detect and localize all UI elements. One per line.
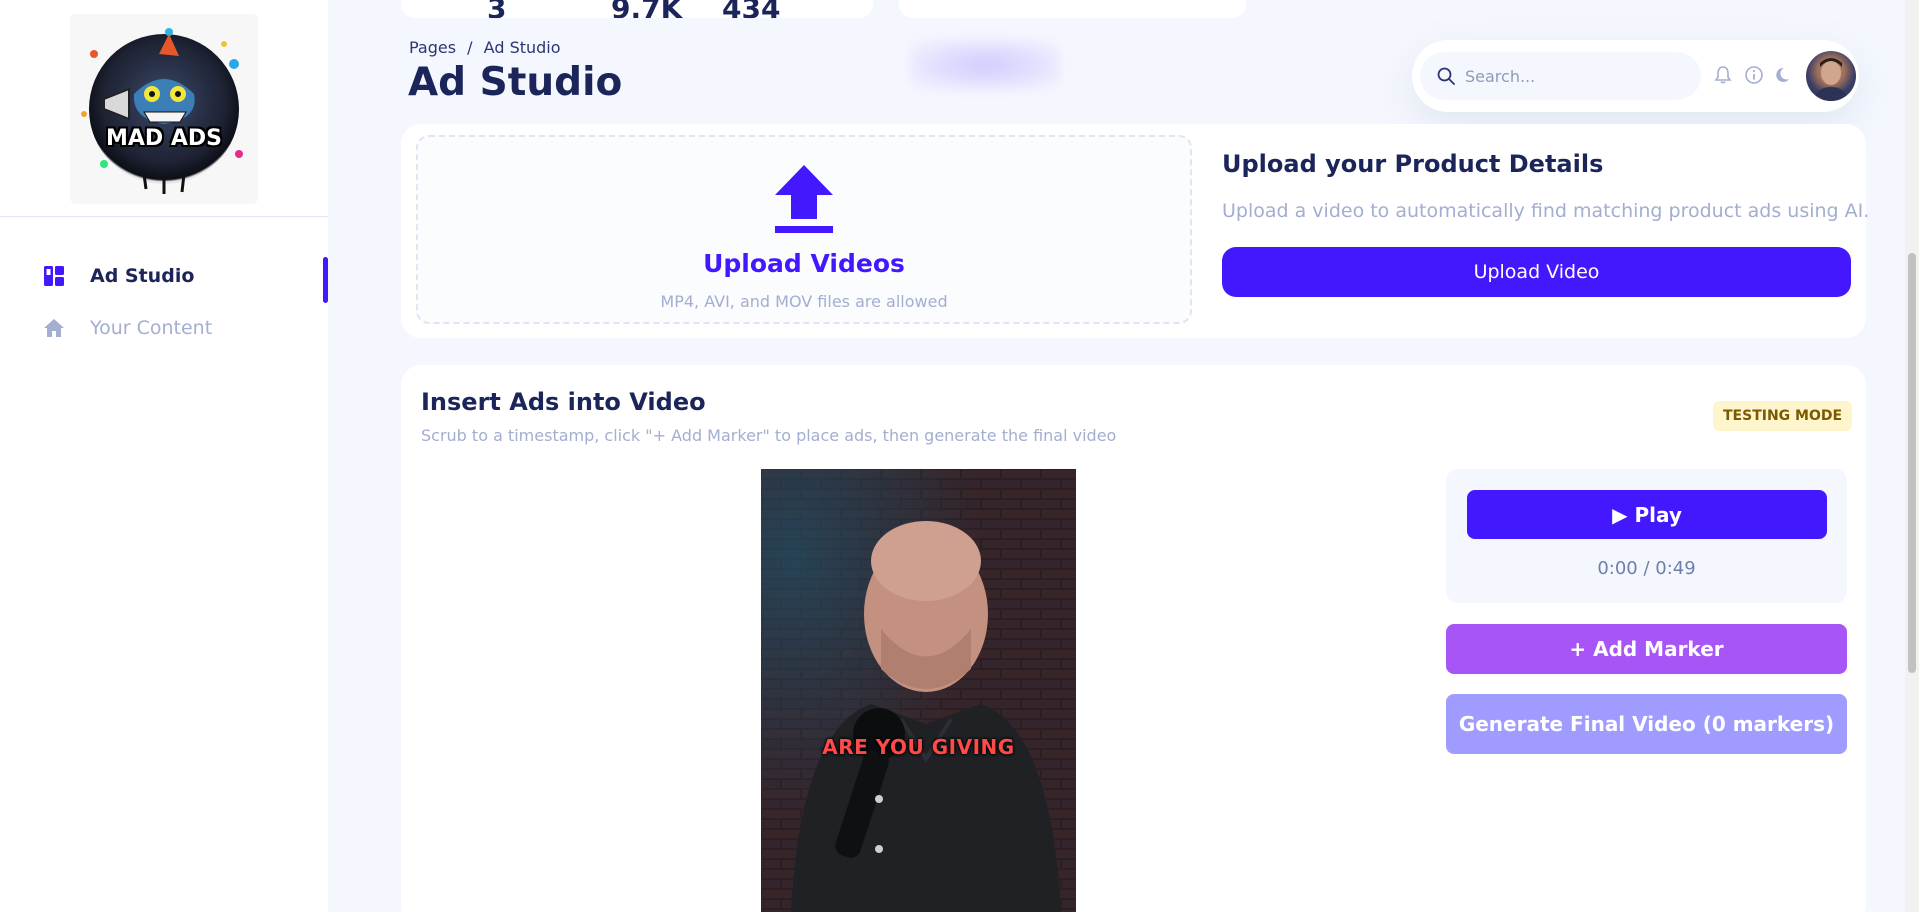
dropzone-title: Upload Videos [703, 249, 905, 278]
sidebar-item-your-content[interactable]: Your Content [42, 313, 212, 343]
breadcrumb-current[interactable]: Ad Studio [484, 38, 561, 57]
sidebar: MAD ADS Ad Studio Your Content [0, 0, 328, 912]
sidebar-divider [0, 216, 328, 217]
header-glow [910, 40, 1060, 90]
info-icon[interactable] [1744, 65, 1764, 85]
breadcrumb-parent-link[interactable]: Pages [409, 38, 456, 57]
home-icon [44, 319, 64, 337]
dark-mode-moon-icon[interactable] [1775, 65, 1795, 85]
video-frame-image [761, 469, 1076, 912]
play-icon: ▶ [1612, 502, 1628, 527]
sidebar-item-ad-studio[interactable]: Ad Studio [42, 261, 194, 291]
upload-arrow-icon [775, 165, 833, 233]
dropzone-subtitle: MP4, AVI, and MOV files are allowed [660, 292, 948, 311]
insert-ads-title: Insert Ads into Video [421, 388, 706, 416]
playback-time: 0:00 / 0:49 [1597, 558, 1696, 579]
logo-text: MAD ADS [106, 125, 222, 151]
breadcrumb-separator: / [467, 38, 473, 57]
search-bar [1420, 52, 1701, 100]
breadcrumb: Pages / Ad Studio [409, 38, 561, 57]
stats-card-peek: 3 9.7K 434 [401, 0, 873, 25]
dashboard-icon [44, 266, 64, 286]
card-peek [899, 0, 1246, 18]
video-caption-overlay: ARE YOU GIVING [822, 735, 1015, 759]
logo-splatter-graphic [81, 28, 243, 194]
sidebar-item-label: Your Content [90, 317, 213, 339]
user-avatar[interactable] [1806, 51, 1856, 101]
search-input[interactable] [1465, 52, 1685, 100]
testing-mode-badge: TESTING MODE [1713, 401, 1853, 431]
generate-final-video-button[interactable]: Generate Final Video (0 markers) [1446, 694, 1847, 754]
sidebar-item-label: Ad Studio [90, 265, 195, 287]
page-title: Ad Studio [408, 60, 623, 105]
logo[interactable]: MAD ADS [70, 14, 258, 204]
upload-details-description: Upload a video to automatically find mat… [1222, 200, 1870, 222]
upload-video-button[interactable]: Upload Video [1222, 247, 1851, 297]
search-icon [1437, 67, 1455, 85]
video-dropzone[interactable]: Upload Videos MP4, AVI, and MOV files ar… [416, 135, 1192, 324]
avatar-portrait-graphic [1814, 58, 1848, 101]
play-button[interactable]: ▶ Play [1467, 490, 1827, 539]
video-player[interactable]: ARE YOU GIVING [761, 469, 1076, 912]
notification-bell-icon[interactable] [1713, 65, 1733, 85]
play-label: Play [1634, 502, 1682, 527]
upload-details-title: Upload your Product Details [1222, 150, 1604, 178]
logo-emblem: MAD ADS [81, 28, 243, 194]
add-marker-button[interactable]: + Add Marker [1446, 624, 1847, 674]
insert-ads-subtitle: Scrub to a timestamp, click "+ Add Marke… [421, 426, 1117, 445]
scrollbar-thumb[interactable] [1908, 253, 1916, 673]
active-nav-indicator [323, 257, 328, 303]
